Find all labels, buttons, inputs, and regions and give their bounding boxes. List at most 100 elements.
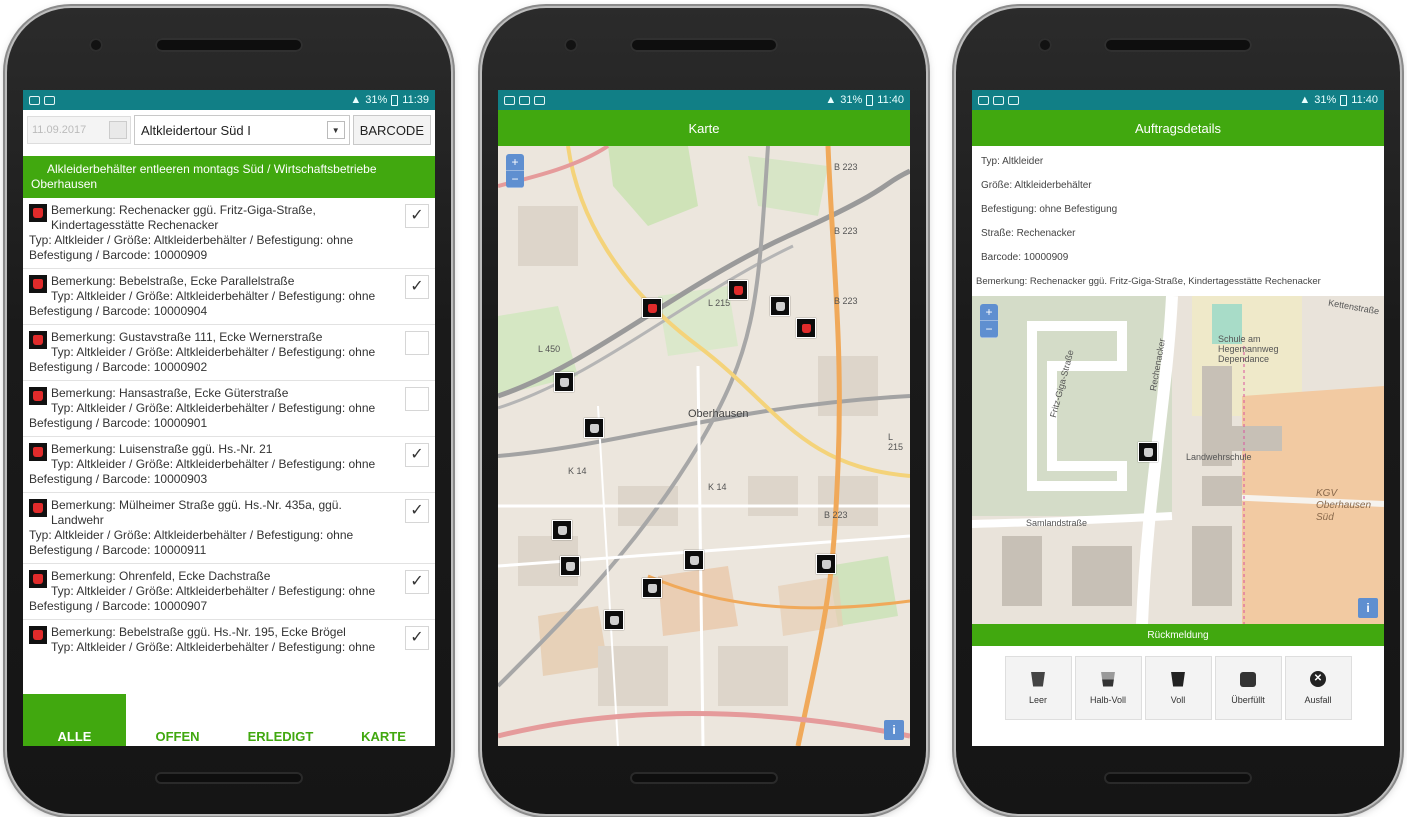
bin-marker-open[interactable] [796, 318, 816, 338]
list-item[interactable]: Bemerkung: Bebelstraße, Ecke Parallelstr… [23, 269, 435, 325]
bin-marker-open[interactable] [642, 298, 662, 318]
tab-karte[interactable]: KARTE [332, 694, 435, 746]
done-checkbox[interactable]: ✓ [405, 570, 429, 594]
bin-marker-selected[interactable] [1138, 442, 1158, 462]
detail-type: Typ: Altkleider [981, 156, 1044, 167]
list-item[interactable]: Bemerkung: Mülheimer Straße ggü. Hs.-Nr.… [23, 493, 435, 564]
feedback-button-4[interactable]: ✕ Ausfall [1284, 656, 1352, 720]
bin-marker-done[interactable] [684, 550, 704, 570]
container-icon [29, 626, 47, 644]
item-details: Typ: Altkleider / Größe: Altkleiderbehäl… [29, 457, 376, 486]
phone-frame-map: ▲ 31% 11:40 Karte Oberhausen B 223 B 223… [482, 8, 926, 814]
bin-marker-open[interactable] [728, 280, 748, 300]
filter-row: 11.09.2017 Altkleidertour Süd I ▼ BARCOD… [23, 110, 435, 150]
done-checkbox[interactable] [405, 387, 429, 411]
notification-icon [29, 95, 40, 105]
done-checkbox[interactable] [405, 331, 429, 355]
container-icon [29, 387, 47, 405]
status-bar: ▲ 31% 11:40 [498, 90, 910, 110]
bin-marker-done[interactable] [642, 578, 662, 598]
zoom-out-button[interactable]: − [506, 171, 524, 188]
tab-alle[interactable]: ALLE [23, 694, 126, 746]
bin-marker-done[interactable] [560, 556, 580, 576]
bin-marker-done[interactable] [554, 372, 574, 392]
done-checkbox[interactable]: ✓ [405, 626, 429, 650]
earpiece-speaker [155, 38, 303, 52]
list-item[interactable]: Bemerkung: Bebelstraße ggü. Hs.-Nr. 195,… [23, 620, 435, 655]
earpiece-speaker [630, 38, 778, 52]
list-item[interactable]: Bemerkung: Rechenacker ggü. Fritz-Giga-S… [23, 198, 435, 269]
feedback-button-2[interactable]: Voll [1144, 656, 1212, 720]
calendar-icon[interactable] [109, 121, 127, 139]
done-checkbox[interactable]: ✓ [405, 204, 429, 228]
tour-group-header: Alkleiderbehälter entleeren montags Süd … [23, 156, 435, 198]
front-camera [1038, 38, 1052, 52]
item-remark: Bemerkung: Hansastraße, Ecke Güterstraße [51, 386, 289, 400]
done-checkbox[interactable]: ✓ [405, 499, 429, 523]
location-map[interactable]: Schule am Hegemannweg Dependance Landweh… [972, 296, 1384, 624]
signal-icon: ▲ [350, 94, 362, 106]
item-details: Typ: Altkleider / Größe: Altkleiderbehäl… [29, 233, 354, 262]
status-bar: ▲ 31% 11:39 [23, 90, 435, 110]
feedback-label: Halb-Voll [1089, 694, 1127, 705]
phone-frame-list: ▲ 31% 11:39 11.09.2017 Altkleidertour Sü… [7, 8, 451, 814]
full-bin-icon [1171, 671, 1185, 687]
feedback-label: Voll [1170, 694, 1186, 705]
notification-icon [1008, 95, 1019, 105]
road-label: B 223 [834, 162, 858, 172]
home-bar [630, 772, 778, 784]
zoom-in-button[interactable]: + [980, 304, 998, 321]
done-checkbox[interactable]: ✓ [405, 443, 429, 467]
container-icon [29, 275, 47, 293]
map-info-button[interactable]: i [884, 720, 904, 740]
container-icon [29, 499, 47, 517]
zoom-out-button[interactable]: − [980, 321, 998, 338]
bin-marker-done[interactable] [584, 418, 604, 438]
street-label-samland: Samlandstraße [1026, 518, 1088, 528]
zoom-control: + − [980, 304, 998, 338]
detail-barcode: Barcode: 10000909 [981, 252, 1069, 263]
detail-remark: Bemerkung: Rechenacker ggü. Fritz-Giga-S… [976, 276, 1321, 287]
feedback-button-1[interactable]: Halb-Voll [1074, 656, 1142, 720]
item-details: Typ: Altkleider / Größe: Altkleiderbehäl… [29, 528, 354, 557]
tab-erledigt[interactable]: ERLEDIGT [229, 694, 332, 746]
list-item[interactable]: Bemerkung: Luisenstraße ggü. Hs.-Nr. 21 T… [23, 437, 435, 493]
item-remark: Bemerkung: Mülheimer Straße ggü. Hs.-Nr.… [51, 498, 342, 527]
tour-select-value: Altkleidertour Süd I [141, 122, 251, 138]
list-item[interactable]: Bemerkung: Hansastraße, Ecke Güterstraße… [23, 381, 435, 437]
item-details: Typ: Altkleider / Größe: Altkleiderbehäl… [29, 345, 376, 374]
chevron-down-icon[interactable]: ▼ [326, 121, 345, 139]
bin-marker-done[interactable] [604, 610, 624, 630]
city-map[interactable]: Oberhausen B 223 B 223 B 223 L 215 L 215… [498, 146, 910, 746]
barcode-button[interactable]: BARCODE [352, 115, 431, 145]
feedback-button-3[interactable]: Überfüllt [1214, 656, 1282, 720]
item-details: Typ: Altkleider / Größe: Altkleiderbehäl… [29, 584, 376, 613]
clock: 11:39 [402, 94, 429, 106]
gallery-icon [978, 95, 989, 105]
notification-icon [993, 95, 1004, 105]
tour-select[interactable]: Altkleidertour Süd I ▼ [134, 115, 350, 145]
detail-fields: Typ: Altkleider Größe: Altkleiderbehälte… [972, 146, 1384, 294]
map-info-button[interactable]: i [1358, 598, 1378, 618]
feedback-button-0[interactable]: Leer [1004, 656, 1072, 720]
feedback-header: Rückmeldung [972, 624, 1384, 646]
earpiece-speaker [1104, 38, 1252, 52]
date-value: 11.09.2017 [32, 124, 87, 136]
bin-marker-done[interactable] [552, 520, 572, 540]
list-item[interactable]: Bemerkung: Gustavstraße 111, Ecke Werner… [23, 325, 435, 381]
half-full-bin-icon [1101, 671, 1115, 687]
bin-marker-done[interactable] [770, 296, 790, 316]
container-icon [29, 443, 47, 461]
list-item[interactable]: Bemerkung: Ohrenfeld, Ecke Dachstraße Typ… [23, 564, 435, 620]
feedback-label: Leer [1028, 694, 1047, 705]
job-list[interactable]: Bemerkung: Rechenacker ggü. Fritz-Giga-S… [23, 198, 435, 655]
bin-marker-done[interactable] [816, 554, 836, 574]
date-field[interactable]: 11.09.2017 [27, 116, 131, 144]
detail-mounting: Befestigung: ohne Befestigung [981, 204, 1118, 215]
zoom-in-button[interactable]: + [506, 154, 524, 171]
road-label: B 223 [834, 226, 858, 236]
done-checkbox[interactable]: ✓ [405, 275, 429, 299]
zoom-control: + − [506, 154, 524, 188]
tab-offen[interactable]: OFFEN [126, 694, 229, 746]
item-remark: Bemerkung: Luisenstraße ggü. Hs.-Nr. 21 [51, 442, 273, 456]
